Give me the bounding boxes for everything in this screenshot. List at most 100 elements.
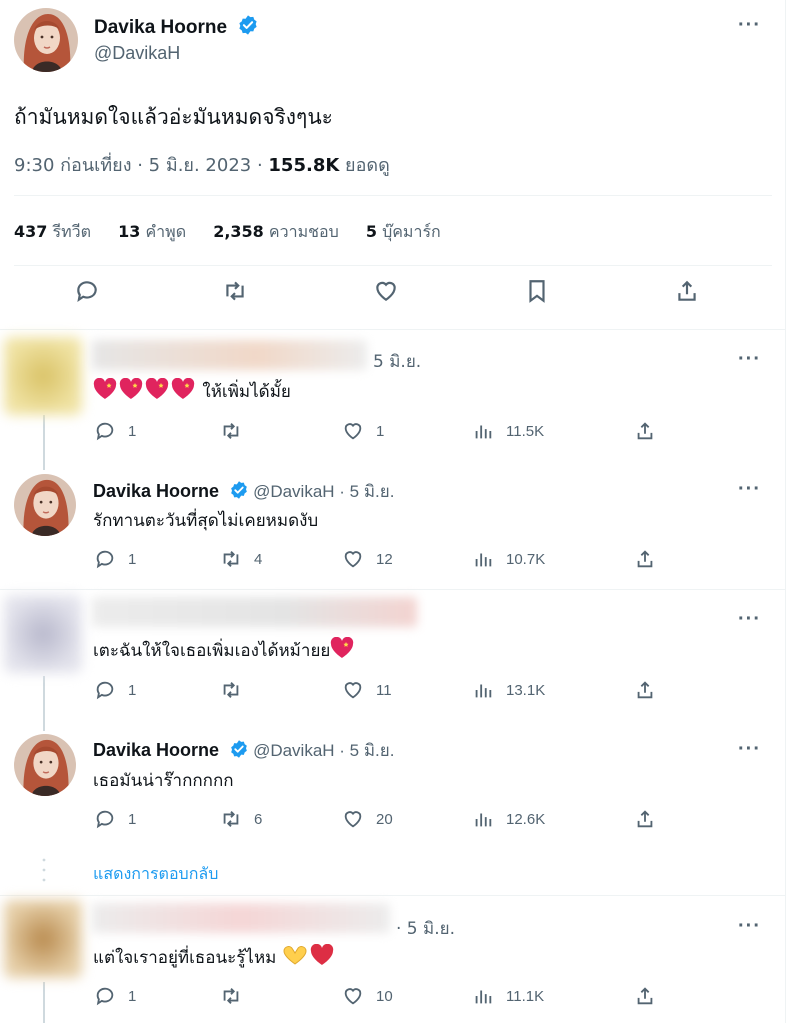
divider bbox=[0, 589, 786, 590]
retweet-icon bbox=[223, 811, 239, 827]
reply-text: เธอมันน่าร๊ากกกกก bbox=[93, 771, 234, 791]
stat-likes[interactable]: 2,358 ความชอบ bbox=[213, 222, 339, 241]
reply-icon bbox=[96, 550, 114, 569]
share-icon bbox=[637, 681, 653, 699]
sparkling-heart-icon bbox=[145, 378, 169, 399]
author-avatar[interactable] bbox=[14, 8, 78, 72]
sparkling-heart-icon bbox=[331, 637, 354, 658]
more-options-icon[interactable]: ··· bbox=[738, 608, 761, 631]
reply-actions: 1 10 11.1K bbox=[94, 985, 694, 1011]
thread-continuation-icon bbox=[42, 858, 46, 882]
reply-button[interactable]: 1 bbox=[94, 548, 136, 570]
share-icon bbox=[637, 550, 653, 568]
reply-author-name-blurred[interactable] bbox=[92, 340, 367, 370]
share-icon bbox=[637, 810, 653, 828]
heart-icon bbox=[344, 423, 362, 440]
retweet-button[interactable] bbox=[220, 679, 254, 701]
reply-button[interactable]: 1 bbox=[94, 808, 136, 830]
more-options-icon[interactable]: ··· bbox=[738, 348, 761, 371]
bookmark-button[interactable] bbox=[524, 278, 558, 312]
like-button[interactable]: 20 bbox=[342, 808, 393, 830]
retweet-button[interactable] bbox=[220, 420, 254, 442]
more-options-icon[interactable]: ··· bbox=[738, 14, 761, 37]
share-button[interactable] bbox=[634, 679, 668, 701]
share-button[interactable] bbox=[674, 278, 708, 312]
analytics-icon bbox=[475, 813, 492, 827]
reply-icon bbox=[96, 810, 114, 829]
reply-actions: 1 11 13.1K bbox=[94, 679, 694, 705]
bookmark-icon bbox=[529, 280, 545, 303]
views-button[interactable]: 10.7K bbox=[472, 548, 545, 570]
heart-hands-icon bbox=[283, 946, 307, 965]
reply-button[interactable] bbox=[74, 278, 108, 312]
views-button[interactable]: 11.5K bbox=[472, 420, 544, 442]
stat-bookmarks[interactable]: 5 บุ๊คมาร์ก bbox=[366, 222, 441, 241]
reply-author-name-blurred[interactable] bbox=[92, 903, 390, 933]
views-button[interactable]: 11.1K bbox=[472, 985, 544, 1007]
divider bbox=[14, 195, 772, 196]
reply-button[interactable]: 1 bbox=[94, 985, 136, 1007]
share-button[interactable] bbox=[634, 808, 668, 830]
retweet-button[interactable]: 4 bbox=[220, 548, 262, 570]
reply-button[interactable]: 1 bbox=[94, 420, 136, 442]
reply-avatar-blurred[interactable] bbox=[4, 337, 82, 415]
reply-button[interactable]: 1 bbox=[94, 679, 136, 701]
reply-text-content: แต่ใจเราอยู่ที่เธอนะรู้ไหม bbox=[93, 948, 277, 968]
more-options-icon[interactable]: ··· bbox=[738, 915, 761, 938]
author-name-text[interactable]: Davika Hoorne bbox=[94, 17, 227, 38]
like-button[interactable]: 1 bbox=[342, 420, 384, 442]
reply-icon bbox=[77, 281, 97, 303]
reply-author[interactable]: Davika Hoorne @DavikaH · 5 มิ.ย. bbox=[93, 737, 394, 764]
verified-badge-icon bbox=[231, 481, 247, 499]
reply-actions: 1 6 20 12.6K bbox=[94, 808, 694, 834]
like-button[interactable]: 10 bbox=[342, 985, 393, 1007]
reply-date[interactable]: · 5 มิ.ย. bbox=[396, 915, 455, 942]
retweet-icon bbox=[223, 551, 239, 567]
show-replies-link[interactable]: แสดงการตอบกลับ bbox=[93, 862, 218, 887]
retweet-button[interactable]: 6 bbox=[220, 808, 262, 830]
more-options-icon[interactable]: ··· bbox=[738, 478, 761, 501]
author-avatar[interactable] bbox=[14, 734, 76, 796]
views-button[interactable]: 12.6K bbox=[472, 808, 545, 830]
reply-author[interactable]: Davika Hoorne @DavikaH · 5 มิ.ย. bbox=[93, 478, 394, 505]
share-button[interactable] bbox=[634, 420, 668, 442]
analytics-icon bbox=[475, 553, 492, 567]
reply-handle-date: @DavikaH · 5 มิ.ย. bbox=[253, 482, 395, 501]
sparkling-heart-icon bbox=[171, 378, 195, 399]
analytics-icon bbox=[475, 990, 492, 1004]
reply-icon bbox=[96, 422, 114, 441]
thread-line bbox=[43, 676, 45, 731]
share-button[interactable] bbox=[634, 985, 668, 1007]
share-icon bbox=[637, 422, 653, 440]
author-name[interactable]: Davika Hoorne bbox=[94, 14, 259, 39]
analytics-icon bbox=[475, 425, 492, 439]
reply-text: รักทานตะวันที่สุดไม่เคยหมดงับ bbox=[93, 511, 319, 531]
author-avatar[interactable] bbox=[14, 474, 76, 536]
tweet-meta: 9:30 ก่อนเที่ยง · 5 มิ.ย. 2023 · 155.8K … bbox=[14, 150, 390, 179]
analytics-icon bbox=[475, 684, 492, 698]
tweet-timestamp[interactable]: 9:30 ก่อนเที่ยง · 5 มิ.ย. 2023 · bbox=[14, 155, 268, 176]
reply-icon bbox=[96, 681, 114, 700]
views-button[interactable]: 13.1K bbox=[472, 679, 545, 701]
like-button[interactable] bbox=[373, 278, 407, 312]
reply-avatar-blurred[interactable] bbox=[4, 595, 82, 673]
sparkling-heart-icon bbox=[93, 378, 117, 399]
share-button[interactable] bbox=[634, 548, 668, 570]
stat-quotes[interactable]: 13 คำพูด bbox=[118, 222, 186, 241]
reply-avatar-blurred[interactable] bbox=[4, 900, 82, 978]
sparkling-heart-icon bbox=[119, 378, 143, 399]
main-tweet: Davika Hoorne @DavikaH ··· ถ้ามันหมดใจแล… bbox=[0, 0, 786, 330]
divider bbox=[14, 265, 772, 266]
more-options-icon[interactable]: ··· bbox=[738, 738, 761, 761]
tweet-stats: 437 รีทวีต 13 คำพูด 2,358 ความชอบ 5 บุ๊ค… bbox=[14, 220, 463, 245]
retweet-button[interactable] bbox=[222, 278, 256, 312]
reply-date[interactable]: 5 มิ.ย. bbox=[373, 348, 421, 375]
red-heart-icon bbox=[310, 944, 333, 965]
stat-retweets[interactable]: 437 รีทวีต bbox=[14, 222, 91, 241]
author-handle[interactable]: @DavikaH bbox=[94, 43, 180, 64]
like-button[interactable]: 12 bbox=[342, 548, 393, 570]
like-button[interactable]: 11 bbox=[342, 679, 392, 701]
retweet-button[interactable] bbox=[220, 985, 254, 1007]
thread-line bbox=[43, 982, 45, 1023]
reply-author-name-blurred[interactable] bbox=[92, 597, 417, 627]
